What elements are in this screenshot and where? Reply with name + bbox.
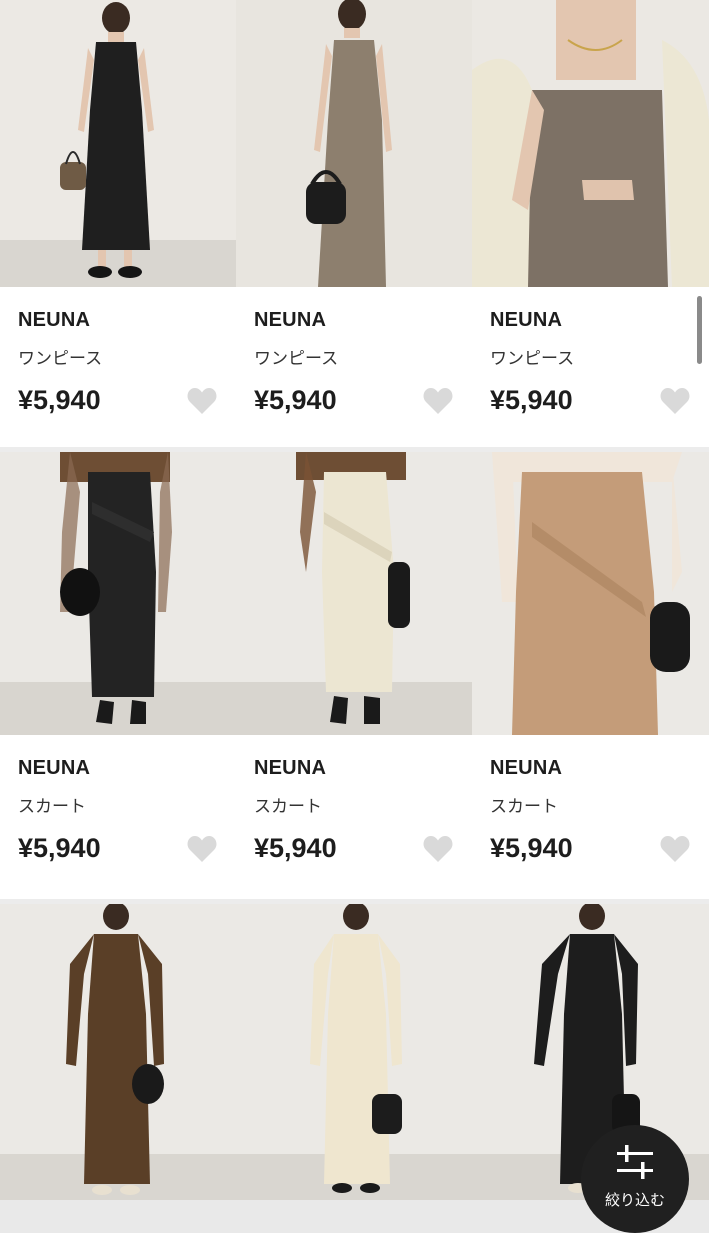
product-price: ¥5,940 [490,833,573,863]
product-info: NEUNA スカート ¥5,940 [0,735,236,899]
product-image-brown-rib-knit-dress[interactable] [0,904,236,1200]
product-brand: NEUNA [254,309,327,331]
heart-icon[interactable] [660,387,690,415]
product-brand: NEUNA [18,757,91,779]
product-info: NEUNA ワンピース ¥5,940 [472,287,709,447]
product-image-cream-rib-knit-dress[interactable] [236,904,472,1200]
sliders-icon [617,1145,653,1179]
heart-icon[interactable] [660,835,690,863]
heart-icon[interactable] [187,387,217,415]
product-card[interactable]: NEUNA ワンピース ¥5,940 [236,0,472,452]
product-image-ivory-wrap-skirt[interactable] [236,452,472,735]
product-grid: NEUNA ワンピース ¥5,940 NEUNA ワンピース ¥5,940 NE… [0,0,709,1200]
product-category: スカート [18,797,86,817]
filter-button[interactable]: 絞り込む [581,1125,689,1233]
product-brand: NEUNA [490,309,563,331]
product-info: NEUNA スカート ¥5,940 [236,735,472,899]
product-image-mocha-camisole-dress[interactable] [472,0,709,287]
product-image-camel-wrap-skirt[interactable] [472,452,709,735]
product-price: ¥5,940 [18,385,101,415]
product-card[interactable] [236,904,472,1200]
product-price: ¥5,940 [254,385,337,415]
product-card[interactable]: NEUNA ワンピース ¥5,940 [472,0,709,452]
product-info: NEUNA スカート ¥5,940 [472,735,709,899]
heart-icon[interactable] [423,387,453,415]
product-price: ¥5,940 [18,833,101,863]
product-card[interactable]: NEUNA スカート ¥5,940 [236,452,472,904]
product-image-black-wrap-skirt[interactable] [0,452,236,735]
product-card[interactable]: NEUNA スカート ¥5,940 [0,452,236,904]
product-category: ワンピース [490,349,575,369]
product-brand: NEUNA [490,757,563,779]
product-category: スカート [490,797,558,817]
product-info: NEUNA ワンピース ¥5,940 [0,287,236,447]
product-card[interactable]: NEUNA スカート ¥5,940 [472,452,709,904]
product-category: ワンピース [18,349,103,369]
product-card[interactable] [0,904,236,1200]
product-category: ワンピース [254,349,339,369]
product-info: NEUNA ワンピース ¥5,940 [236,287,472,447]
product-image-black-camisole-dress[interactable] [0,0,236,287]
heart-icon[interactable] [187,835,217,863]
product-brand: NEUNA [18,309,91,331]
heart-icon[interactable] [423,835,453,863]
product-category: スカート [254,797,322,817]
product-image-taupe-camisole-dress[interactable] [236,0,472,287]
product-card[interactable]: NEUNA ワンピース ¥5,940 [0,0,236,452]
product-brand: NEUNA [254,757,327,779]
scrollbar-thumb[interactable] [697,296,702,364]
product-price: ¥5,940 [490,385,573,415]
product-price: ¥5,940 [254,833,337,863]
